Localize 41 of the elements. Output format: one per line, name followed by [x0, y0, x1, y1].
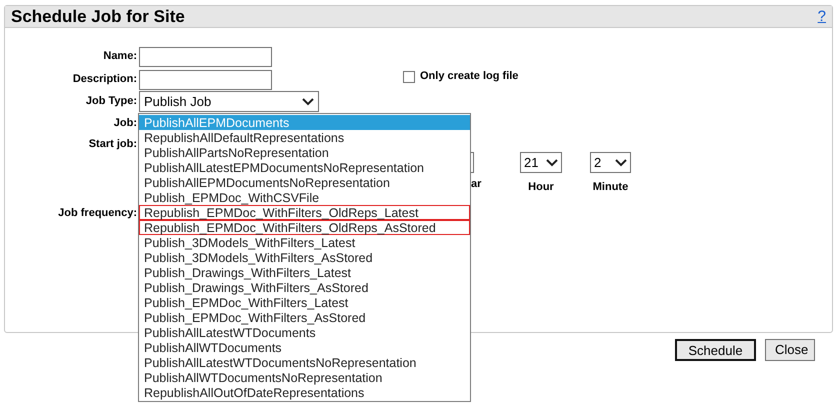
chevron-down-icon: [615, 158, 627, 166]
job-frequency-label: Job frequency:: [57, 206, 138, 221]
start-job-label: Start job:: [88, 136, 138, 152]
name-label: Name:: [102, 49, 138, 64]
hour-select[interactable]: 21: [520, 152, 562, 173]
dropdown-option[interactable]: Publish_EPMDoc_WithCSVFile: [139, 190, 470, 205]
dropdown-option[interactable]: Publish_Drawings_WithFilters_AsStored: [139, 280, 470, 295]
job-label: Job:: [112, 116, 138, 131]
dropdown-option[interactable]: PublishAllLatestWTDocumentsNoRepresentation: [139, 355, 470, 370]
dropdown-option[interactable]: PublishAllEPMDocumentsNoRepresentation: [139, 175, 470, 190]
dropdown-option[interactable]: RepublishAllOutOfDateRepresentations: [139, 385, 470, 400]
window-title: Schedule Job for Site: [11, 8, 185, 25]
help-link[interactable]: ?: [818, 9, 826, 24]
description-field[interactable]: [139, 70, 272, 90]
dropdown-option[interactable]: PublishAllLatestEPMDocumentsNoRepresentation: [139, 160, 470, 175]
chevron-down-icon: [302, 98, 314, 106]
name-field[interactable]: [139, 46, 272, 66]
minute-select[interactable]: 2: [590, 152, 631, 173]
dialog-button[interactable]: Schedule: [675, 339, 756, 361]
dropdown-option[interactable]: RepublishAllDefaultRepresentations: [139, 130, 470, 145]
dropdown-option[interactable]: Republish_EPMDoc_WithFilters_OldReps_Latest: [139, 205, 470, 220]
checkbox-label: Only create log file: [420, 69, 518, 84]
dropdown-option[interactable]: Publish_EPMDoc_WithFilters_AsStored: [139, 310, 470, 325]
dropdown-option[interactable]: Publish_3DModels_WithFilters_Latest: [139, 235, 470, 250]
job-type-label: Job Type:: [84, 94, 138, 110]
dropdown-option[interactable]: Publish_EPMDoc_WithFilters_Latest: [139, 295, 470, 310]
dropdown-option[interactable]: PublishAllWTDocumentsNoRepresentation: [139, 370, 470, 385]
checkbox[interactable]: [403, 70, 415, 82]
dropdown-option[interactable]: PublishAllLatestWTDocuments: [139, 325, 470, 340]
minute-label: Minute: [592, 180, 628, 195]
dropdown-option[interactable]: Publish_3DModels_WithFilters_AsStored: [139, 250, 470, 265]
chevron-down-icon: [546, 158, 558, 166]
year-label: ar: [471, 176, 482, 192]
dropdown-option[interactable]: Republish_EPMDoc_WithFilters_OldReps_AsStored: [139, 220, 470, 235]
job-type-select[interactable]: Publish Job: [139, 91, 319, 112]
dropdown-option[interactable]: Publish_Drawings_WithFilters_Latest: [139, 265, 470, 280]
dialog-button[interactable]: Close: [765, 339, 815, 361]
description-label: Description:: [72, 72, 138, 88]
dropdown-option[interactable]: PublishAllWTDocuments: [139, 340, 470, 355]
hour-label: Hour: [528, 180, 554, 195]
dropdown-option[interactable]: PublishAllPartsNoRepresentation: [139, 145, 470, 160]
